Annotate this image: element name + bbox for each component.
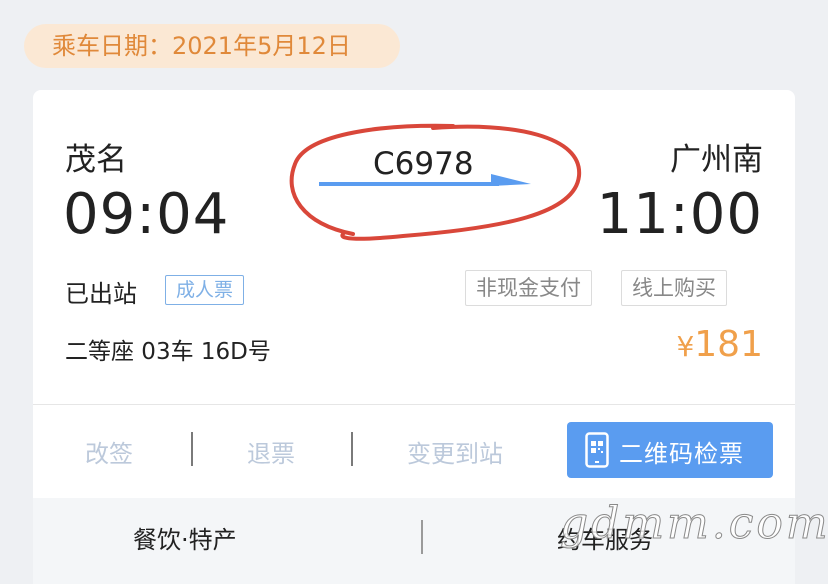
purchase-channel-tag: 线上购买	[621, 270, 727, 306]
refund-button[interactable]: 退票	[247, 434, 295, 469]
arrival-city: 广州南	[670, 142, 763, 178]
action-separator	[351, 432, 353, 466]
seat-info: 二等座 03车 16D号	[65, 339, 271, 365]
ride-date-badge: 乘车日期：2021年5月12日	[24, 24, 400, 68]
departure-city: 茂名	[65, 142, 127, 178]
departure-time: 09:04	[63, 182, 230, 247]
change-ticket-button[interactable]: 改签	[85, 434, 133, 469]
currency-symbol: ¥	[676, 330, 695, 363]
food-specialty-link[interactable]: 餐饮·特产	[133, 520, 237, 555]
arrival-time: 11:00	[596, 182, 763, 247]
action-separator	[191, 432, 193, 466]
ticket-price: ¥181	[676, 324, 763, 365]
watermark-text: gdmm.com	[560, 498, 828, 550]
services-separator	[421, 520, 423, 554]
hand-drawn-circle-annotation	[289, 123, 582, 241]
ticket-status: 已出站	[65, 280, 137, 308]
payment-method-tag: 非现金支付	[465, 270, 592, 306]
phone-qr-icon	[585, 432, 609, 474]
qr-check-button[interactable]: 二维码检票	[567, 422, 773, 478]
divider	[33, 404, 795, 405]
ticket-type-tag: 成人票	[165, 275, 245, 305]
change-station-button[interactable]: 变更到站	[407, 434, 503, 469]
qr-check-label: 二维码检票	[619, 440, 744, 468]
price-value: 181	[694, 324, 763, 365]
